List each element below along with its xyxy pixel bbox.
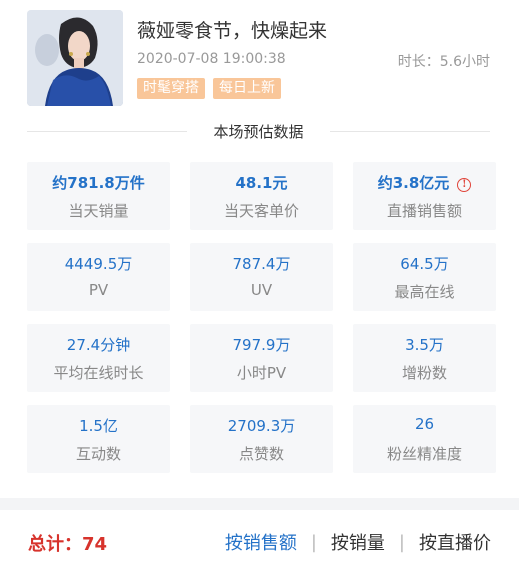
stat-card-unit-price: 48.1元 当天客单价 bbox=[190, 162, 333, 230]
live-duration: 时长：5.6小时 bbox=[398, 51, 490, 71]
total-count: 总计：74 bbox=[28, 530, 107, 556]
tag-list: 时髦穿搭 每日上新 bbox=[137, 78, 281, 99]
total-value: 74 bbox=[82, 534, 108, 555]
divider-line-left bbox=[27, 131, 187, 132]
stat-value: 1.5亿 bbox=[79, 417, 118, 435]
stat-value: 约3.8亿元 bbox=[377, 174, 450, 192]
live-start-time: 2020-07-08 19:00:38 bbox=[137, 51, 286, 67]
stat-card-new-fans: 3.5万 增粉数 bbox=[353, 324, 496, 392]
stat-value: 4449.5万 bbox=[64, 255, 133, 273]
stat-label: 粉丝精准度 bbox=[386, 445, 462, 463]
sort-separator: | bbox=[398, 531, 405, 553]
host-photo bbox=[27, 10, 123, 106]
stat-label: UV bbox=[250, 281, 273, 299]
duration-value: 5.6小时 bbox=[439, 54, 490, 70]
stat-card-uv: 787.4万 UV bbox=[190, 243, 333, 311]
list-footer: 总计：74 按销售额 | 按销量 | 按直播价 bbox=[0, 510, 519, 574]
stat-value: 约781.8万件 bbox=[52, 174, 145, 192]
stats-grid: 约781.8万件 当天销量 48.1元 当天客单价 约3.8亿元! 直播销售额 … bbox=[27, 162, 496, 473]
stat-card-fan-accuracy: 26 粉丝精准度 bbox=[353, 405, 496, 473]
stat-value: 2709.3万 bbox=[227, 417, 296, 435]
sort-by-live-price[interactable]: 按直播价 bbox=[419, 529, 491, 555]
stat-label: 点赞数 bbox=[238, 445, 284, 463]
sort-options: 按销售额 | 按销量 | 按直播价 bbox=[225, 529, 491, 555]
stat-label: PV bbox=[88, 281, 109, 299]
duration-label: 时长： bbox=[397, 54, 440, 70]
stat-label: 小时PV bbox=[236, 364, 287, 382]
host-avatar[interactable] bbox=[27, 10, 123, 106]
stat-card-peak-online: 64.5万 最高在线 bbox=[353, 243, 496, 311]
sort-by-sales-amount[interactable]: 按销售额 bbox=[225, 529, 297, 555]
stat-value: 64.5万 bbox=[400, 255, 449, 273]
section-divider: 本场预估数据 bbox=[27, 121, 490, 142]
stat-label: 最高在线 bbox=[394, 283, 455, 301]
stat-value: 787.4万 bbox=[232, 255, 291, 273]
stat-label: 平均在线时长 bbox=[53, 364, 144, 382]
tag-fashion: 时髦穿搭 bbox=[137, 78, 205, 99]
stat-value-with-icon: 约3.8亿元! bbox=[353, 172, 496, 193]
stat-value: 26 bbox=[414, 415, 435, 433]
section-title: 本场预估数据 bbox=[207, 121, 310, 142]
stat-card-likes: 2709.3万 点赞数 bbox=[190, 405, 333, 473]
stat-label: 直播销售额 bbox=[386, 202, 462, 220]
stat-card-avg-online-time: 27.4分钟 平均在线时长 bbox=[27, 324, 170, 392]
stat-label: 互动数 bbox=[75, 445, 121, 463]
stat-value: 27.4分钟 bbox=[66, 336, 131, 354]
stat-label: 当天销量 bbox=[68, 202, 129, 220]
live-session-header: 薇娅零食节，快燥起来 2020-07-08 19:00:38 时长：5.6小时 … bbox=[0, 0, 519, 120]
sort-by-sales-volume[interactable]: 按销量 bbox=[331, 529, 385, 555]
sort-separator: | bbox=[310, 531, 317, 553]
total-label: 总计： bbox=[28, 534, 82, 555]
stat-label: 当天客单价 bbox=[223, 202, 299, 220]
stat-card-interactions: 1.5亿 互动数 bbox=[27, 405, 170, 473]
section-separator bbox=[0, 498, 519, 510]
info-circle-icon[interactable]: ! bbox=[457, 178, 472, 192]
stat-value: 797.9万 bbox=[232, 336, 291, 354]
stat-card-daily-sales: 约781.8万件 当天销量 bbox=[27, 162, 170, 230]
stat-value: 48.1元 bbox=[235, 174, 288, 192]
stat-card-live-gmv: 约3.8亿元! 直播销售额 bbox=[353, 162, 496, 230]
divider-line-right bbox=[330, 131, 490, 132]
stat-card-hourly-pv: 797.9万 小时PV bbox=[190, 324, 333, 392]
stat-card-pv: 4449.5万 PV bbox=[27, 243, 170, 311]
tag-daily-new: 每日上新 bbox=[213, 78, 281, 99]
stat-label: 增粉数 bbox=[401, 364, 447, 382]
live-title: 薇娅零食节，快燥起来 bbox=[137, 20, 328, 42]
stat-value: 3.5万 bbox=[405, 336, 444, 354]
